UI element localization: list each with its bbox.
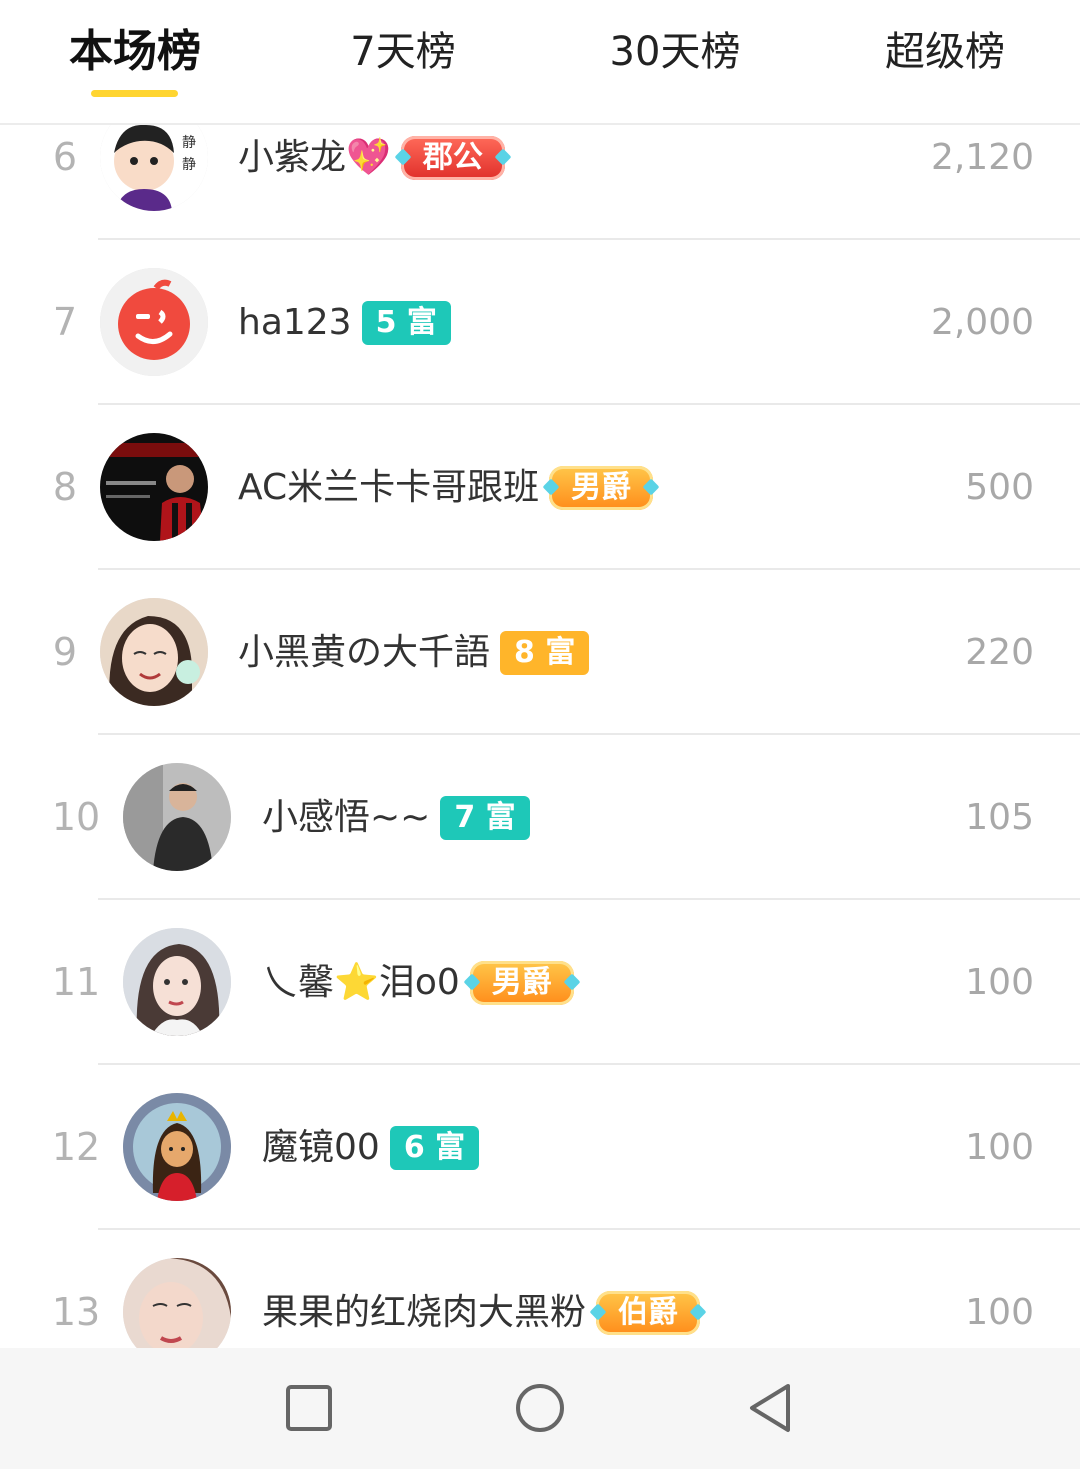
list-item[interactable]: 7 ha123 5 富 2,000 xyxy=(0,240,1080,405)
user-name: 乀馨⭐泪o0 xyxy=(262,962,460,1003)
leaderboard-list[interactable]: 6 想 静 静 小紫龙💖 郡公 2,120 xyxy=(0,0,1080,1469)
noble-badge: 男爵 xyxy=(549,465,654,510)
wealth-level-badge: 5 富 xyxy=(361,300,451,345)
avatar[interactable] xyxy=(123,928,231,1036)
avatar[interactable] xyxy=(123,1093,231,1201)
user-name: 小黑黄の大千語 xyxy=(238,632,491,673)
user-name: 小感悟~~ xyxy=(262,797,431,838)
wealth-level-badge: 8 富 xyxy=(500,630,590,675)
tab-7-days[interactable]: 7天榜 xyxy=(333,22,473,82)
avatar[interactable] xyxy=(123,763,231,871)
user-name: AC米兰卡卡哥跟班 xyxy=(238,467,540,508)
avatar[interactable] xyxy=(100,433,208,541)
ranking-tabs: 本场榜 7天榜 30天榜 超级榜 xyxy=(0,0,1080,125)
list-item[interactable]: 11 乀馨⭐泪o0 男爵 100 xyxy=(0,900,1080,1065)
contribution-score: 220 xyxy=(965,632,1034,673)
rank-number: 11 xyxy=(51,960,101,1004)
list-item[interactable]: 9 小黑黄の大千語 8 富 220 xyxy=(0,570,1080,735)
contribution-score: 2,000 xyxy=(930,302,1034,343)
avatar[interactable] xyxy=(100,268,208,376)
user-name: 魔镜00 xyxy=(262,1127,380,1168)
noble-badge: 男爵 xyxy=(469,960,574,1005)
rank-number: 9 xyxy=(52,630,78,674)
list-item[interactable]: 8 AC米兰卡卡哥跟班 男爵 500 xyxy=(0,405,1080,570)
triangle-back-icon[interactable] xyxy=(740,1378,800,1438)
contribution-score: 100 xyxy=(965,962,1034,1003)
rank-number: 7 xyxy=(52,300,78,344)
square-recents-icon[interactable] xyxy=(279,1378,339,1438)
tab-this-show[interactable]: 本场榜 xyxy=(60,22,210,82)
noble-badge: 伯爵 xyxy=(596,1290,701,1335)
rank-number: 10 xyxy=(51,795,101,839)
avatar[interactable] xyxy=(100,598,208,706)
user-name: ha123 xyxy=(238,302,352,343)
list-item[interactable]: 10 小感悟~~ 7 富 105 xyxy=(0,735,1080,900)
contribution-score: 500 xyxy=(965,467,1034,508)
contribution-score: 105 xyxy=(965,797,1034,838)
list-item[interactable]: 12 魔镜00 6 富 100 xyxy=(0,1065,1080,1230)
wealth-level-badge: 6 富 xyxy=(389,1125,480,1170)
active-tab-indicator xyxy=(91,90,178,97)
svg-text:静: 静 xyxy=(182,135,196,151)
noble-badge: 郡公 xyxy=(400,135,505,180)
tab-super[interactable]: 超级榜 xyxy=(870,22,1020,82)
rank-number: 12 xyxy=(51,1125,101,1169)
leaderboard-page: 6 想 静 静 小紫龙💖 郡公 2,120 xyxy=(0,0,1080,1469)
contribution-score: 100 xyxy=(965,1127,1034,1168)
circle-home-icon[interactable] xyxy=(510,1378,570,1438)
rank-number: 8 xyxy=(52,465,78,509)
svg-text:静: 静 xyxy=(182,157,196,173)
system-navigation-bar xyxy=(0,1348,1080,1469)
wealth-level-badge: 7 富 xyxy=(440,795,530,840)
tab-30-days[interactable]: 30天榜 xyxy=(595,22,755,82)
